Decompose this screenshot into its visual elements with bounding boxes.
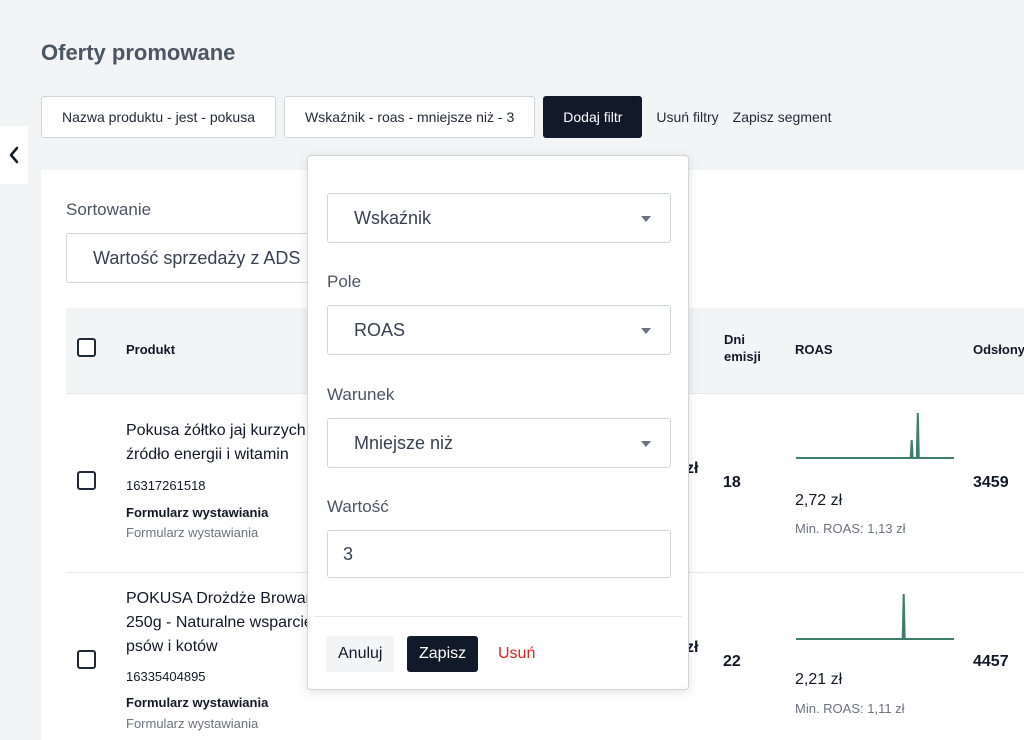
impressions-value: 3459 [973,474,1009,491]
product-form: Formularz wystawiania [126,695,269,710]
product-name-line[interactable]: 250g - Naturalne wsparcie [126,611,316,635]
row-checkbox[interactable] [77,650,96,669]
roas-value: 2,21 zł [795,671,843,688]
condition-select[interactable]: Mniejsze niż [327,418,671,468]
condition-select-value: Mniejsze niż [354,433,454,453]
value-input[interactable]: 3 [327,530,671,578]
product-form-sub: Formularz wystawiania [126,716,259,731]
cancel-button[interactable]: Anuluj [326,636,395,672]
product-name-line[interactable]: POKUSA Drożdże Browarnicze [126,587,316,611]
filter-edit-popover: Wskaźnik Pole ROAS Warunek Mniejsze niż … [307,155,689,690]
product-id: 16317261518 [126,478,206,493]
page-title: Oferty promowane [41,40,236,65]
column-days-line2: emisji [724,349,761,364]
roas-sparkline [796,593,954,640]
popover-divider [314,616,682,617]
chevron-left-icon [9,146,19,164]
sparkline-path [796,593,954,640]
filter-bar: Nazwa produktu - jest - pokusa Wskaźnik … [41,96,831,138]
select-all-checkbox[interactable] [77,338,96,357]
column-product[interactable]: Produkt [126,342,175,357]
sparkline-path [796,412,954,459]
min-roas: Min. ROAS: 1,13 zł [795,521,906,536]
delete-button[interactable]: Usuń [498,636,535,672]
roas-value: 2,72 zł [795,492,843,509]
min-roas: Min. ROAS: 1,11 zł [795,701,905,716]
value-label: Wartość [327,497,389,516]
product-name-line[interactable]: psów i kotów [126,635,316,659]
row-checkbox[interactable] [77,471,96,490]
product-form-sub: Formularz wystawiania [126,525,259,540]
sort-label: Sortowanie [66,200,152,219]
sidebar-toggle[interactable] [0,126,28,184]
column-days-line1: Dni [724,332,745,347]
metric-select-value: Wskaźnik [354,208,432,228]
remove-filters-link[interactable]: Usuń filtry [656,109,718,125]
caret-down-icon [641,441,651,447]
caret-down-icon [641,216,651,222]
metric-select[interactable]: Wskaźnik [327,193,671,243]
product-name-line[interactable]: Pokusa żółtko jaj kurzych [126,419,316,443]
save-button[interactable]: Zapisz [407,636,479,672]
filter-chip-product-name[interactable]: Nazwa produktu - jest - pokusa [41,96,276,138]
days-value: 18 [723,474,741,491]
roas-sparkline [796,412,954,459]
days-value: 22 [723,653,741,670]
condition-label: Warunek [327,385,395,404]
product-form: Formularz wystawiania [126,505,269,520]
impressions-value: 4457 [973,653,1009,670]
column-impressions[interactable]: Odsłony [973,342,1024,357]
filter-chip-roas[interactable]: Wskaźnik - roas - mniejsze niż - 3 [283,96,536,138]
product-id: 16335404895 [126,669,206,684]
caret-down-icon [641,328,651,334]
product-name-line[interactable]: źródło energii i witamin [126,443,316,467]
field-select-value: ROAS [354,320,406,340]
save-segment-link[interactable]: Zapisz segment [733,109,832,125]
field-select[interactable]: ROAS [327,305,671,355]
column-roas[interactable]: ROAS [795,342,833,357]
column-days[interactable]: Dni emisji [724,331,761,365]
add-filter-button[interactable]: Dodaj filtr [543,96,643,138]
field-label: Pole [327,272,362,291]
